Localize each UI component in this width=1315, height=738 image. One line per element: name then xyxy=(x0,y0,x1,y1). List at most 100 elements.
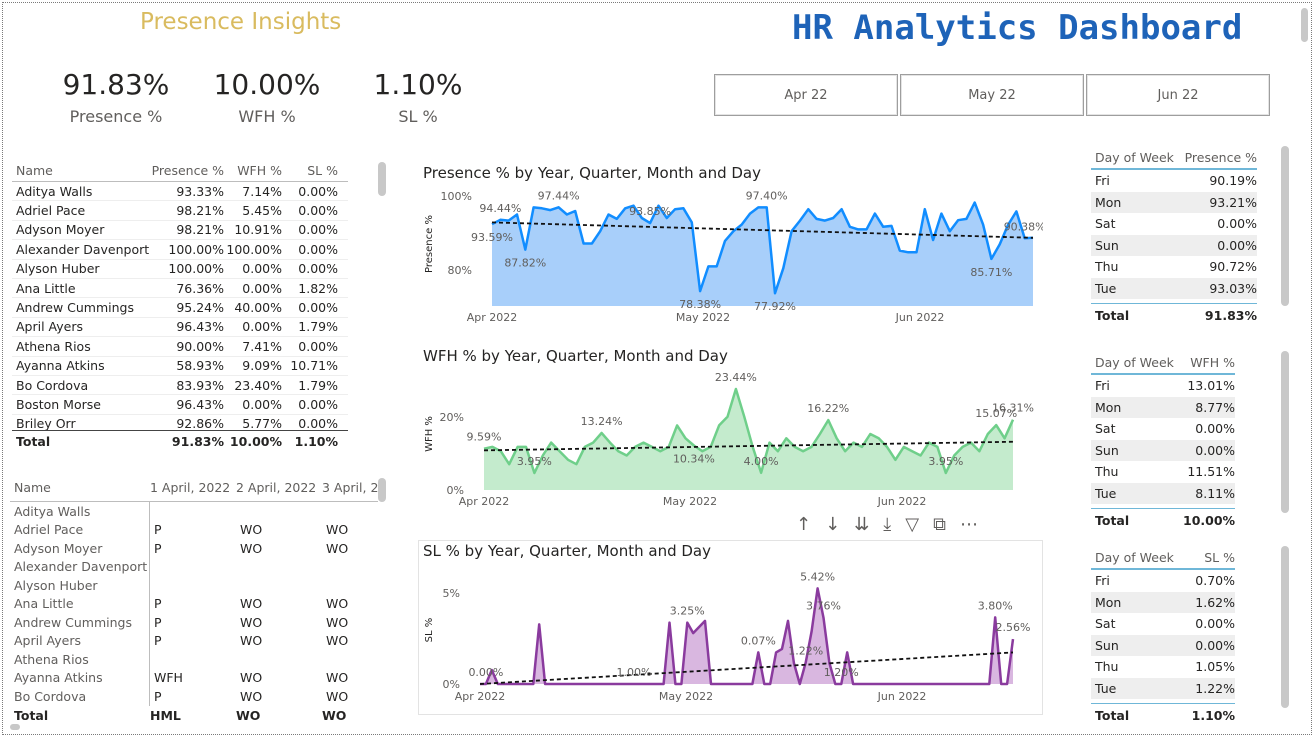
wfh-trend-chart[interactable]: WFH %0%20%Apr 2022 May 2022 Jun 20229.59%3… xyxy=(418,368,1043,510)
table-row[interactable]: Mon 93.21% xyxy=(1091,191,1257,213)
table-row[interactable]: Sat 0.00% xyxy=(1091,418,1235,440)
table-row[interactable]: Aditya Walls 93.33% 7.14% 0.00% xyxy=(12,182,348,202)
matrix-row[interactable]: April Ayers P WO WO xyxy=(10,631,378,650)
x-tick-label: May 2022 xyxy=(663,495,717,508)
data-label: 3.80% xyxy=(978,599,1013,612)
table-row[interactable]: Adriel Pace 98.21% 5.45% 0.00% xyxy=(12,201,348,221)
kpi-label: Presence % xyxy=(69,107,163,126)
column-header-wfh[interactable]: WFH % xyxy=(224,163,282,178)
matrix-row[interactable]: Alexander Davenport xyxy=(10,557,378,576)
y-tick-label: 80% xyxy=(448,264,472,277)
table-cell: 96.43% xyxy=(176,396,224,412)
table-cell: Fri xyxy=(1095,573,1110,589)
double-arrow-down-icon[interactable]: ⇊ xyxy=(854,514,869,535)
matrix-row[interactable]: Ana Little P WO WO xyxy=(10,594,378,613)
table-row[interactable]: Bo Cordova 83.93% 23.40% 1.79% xyxy=(12,376,348,396)
table-cell: Sat xyxy=(1095,216,1116,232)
matrix-row[interactable]: Alyson Huber xyxy=(10,576,378,595)
kpi-card-sl: 1.10% SL % xyxy=(348,68,488,126)
slicer-button-may[interactable]: May 22 xyxy=(900,74,1084,116)
dow-sl-scrollbar[interactable] xyxy=(1281,546,1289,708)
y-tick-label: 20% xyxy=(440,411,464,424)
column-header-name[interactable]: Name xyxy=(12,163,150,178)
table-body[interactable]: Aditya Walls 93.33% 7.14% 0.00% Adriel Pace 9… xyxy=(12,182,348,430)
table-row[interactable]: Sun 0.00% xyxy=(1091,439,1235,461)
chart-title-sl: SL % by Year, Quarter, Month and Day xyxy=(423,542,712,560)
focus-mode-icon[interactable]: ⧉ xyxy=(933,514,946,535)
total-cell: 1.10% xyxy=(1191,708,1235,723)
table-header: Day of Week SL % xyxy=(1091,546,1235,570)
table-cell: 96.43% xyxy=(176,319,224,335)
dow-presence-scrollbar[interactable] xyxy=(1281,146,1289,306)
table-row[interactable]: Tue 93.03% xyxy=(1091,277,1257,299)
data-label: 90.38% xyxy=(1004,220,1043,233)
table-cell: Sun xyxy=(1095,442,1119,458)
kpi-card-presence: 91.83% Presence % xyxy=(46,68,186,126)
table-row[interactable]: Adyson Moyer 98.21% 10.91% 0.00% xyxy=(12,221,348,241)
table-row[interactable]: Sat 0.00% xyxy=(1091,613,1235,635)
presence-trend-chart[interactable]: Presence % 80% 100% Apr 2022 May 2022 Jun 202… xyxy=(418,184,1043,329)
table-row[interactable]: Alyson Huber 100.00% 0.00% 0.00% xyxy=(12,260,348,279)
column-header[interactable]: Day of Week xyxy=(1091,550,1183,565)
matrix-cell: WO xyxy=(326,614,349,630)
attendance-table-hscrollbar[interactable] xyxy=(10,724,20,730)
table-row[interactable]: Andrew Cummings 95.24% 40.00% 0.00% xyxy=(12,298,348,318)
slicer-button-jun[interactable]: Jun 22 xyxy=(1086,74,1270,116)
matrix-row[interactable]: Adriel Pace P WO WO xyxy=(10,520,378,539)
table-row[interactable]: Boston Morse 96.43% 0.00% 0.00% xyxy=(12,395,348,415)
dow-wfh-scrollbar[interactable] xyxy=(1281,351,1289,513)
expand-hierarchy-icon[interactable]: ⤓ xyxy=(883,514,891,535)
column-header[interactable]: Presence % xyxy=(1183,150,1257,165)
table-row[interactable]: Mon 1.62% xyxy=(1091,591,1235,613)
table-row[interactable]: Mon 8.77% xyxy=(1091,396,1235,418)
table-row[interactable]: Fri 90.19% xyxy=(1091,170,1257,192)
column-header-sl[interactable]: SL % xyxy=(282,163,338,178)
table-row[interactable]: Alexander Davenport 100.00% 100.00% 0.00% xyxy=(12,240,348,260)
arrow-up-icon[interactable]: ↑ xyxy=(796,514,811,535)
table-row[interactable]: Sun 0.00% xyxy=(1091,634,1235,656)
attendance-table-scrollbar[interactable] xyxy=(378,478,386,502)
column-header-date[interactable]: 3 April, 2022 xyxy=(322,480,378,495)
table-row[interactable]: Ana Little 76.36% 0.00% 1.82% xyxy=(12,279,348,299)
chart-title-presence: Presence % by Year, Quarter, Month and D… xyxy=(423,164,761,182)
sl-trend-chart[interactable]: SL %0%5%Apr 2022 May 2022 Jun 20220.00% 1.0… xyxy=(418,562,1043,712)
data-label: 87.82% xyxy=(504,257,546,270)
matrix-row[interactable]: Ayanna Atkins WFH WO WO xyxy=(10,668,378,687)
column-header[interactable]: Day of Week xyxy=(1091,355,1183,370)
table-row[interactable]: Thu 90.72% xyxy=(1091,256,1257,278)
matrix-row[interactable]: Adyson Moyer P WO WO xyxy=(10,539,378,558)
column-header-name[interactable]: Name xyxy=(10,480,150,495)
table-row[interactable]: Athena Rios 90.00% 7.41% 0.00% xyxy=(12,337,348,357)
column-header[interactable]: Day of Week xyxy=(1091,150,1183,165)
matrix-row[interactable]: Bo Cordova P WO WO xyxy=(10,687,378,706)
column-header-date[interactable]: 1 April, 2022 xyxy=(150,480,236,495)
table-body[interactable]: Aditya Walls Adriel Pace P WO WO Adyson Moyer… xyxy=(10,502,378,706)
table-cell: 58.93% xyxy=(176,358,224,374)
column-header[interactable]: SL % xyxy=(1183,550,1235,565)
table-row[interactable]: Fri 13.01% xyxy=(1091,375,1235,397)
table-row[interactable]: Ayanna Atkins 58.93% 9.09% 10.71% xyxy=(12,357,348,376)
column-header-date[interactable]: 2 April, 2022 xyxy=(236,480,322,495)
slicer-button-apr[interactable]: Apr 22 xyxy=(714,74,898,116)
filter-icon[interactable]: ▽ xyxy=(905,514,919,535)
column-header-presence[interactable]: Presence % xyxy=(150,163,224,178)
matrix-row[interactable]: Athena Rios xyxy=(10,650,378,669)
column-header[interactable]: WFH % xyxy=(1183,355,1235,370)
table-row[interactable]: Briley Orr 92.86% 5.77% 0.00% xyxy=(12,415,348,430)
table-row[interactable]: Tue 1.22% xyxy=(1091,677,1235,699)
table-row[interactable]: Sun 0.00% xyxy=(1091,234,1257,256)
table-row[interactable]: Sat 0.00% xyxy=(1091,213,1257,235)
table-row[interactable]: Thu 1.05% xyxy=(1091,656,1235,678)
table-row[interactable]: April Ayers 96.43% 0.00% 1.79% xyxy=(12,318,348,338)
arrow-down-icon[interactable]: ↓ xyxy=(825,514,840,535)
page-scrollbar[interactable] xyxy=(1301,8,1308,42)
matrix-row[interactable]: Aditya Walls xyxy=(10,502,378,521)
table-row[interactable]: Thu 11.51% xyxy=(1091,461,1235,483)
matrix-row[interactable]: Andrew Cummings P WO WO xyxy=(10,613,378,632)
kpi-value: 1.10% xyxy=(373,68,463,101)
table-row[interactable]: Tue 8.11% xyxy=(1091,482,1235,504)
more-options-icon[interactable]: ⋯ xyxy=(960,514,978,535)
table-total-row: Total 10.00% xyxy=(1091,508,1235,532)
table-row[interactable]: Fri 0.70% xyxy=(1091,570,1235,592)
employee-table-scrollbar[interactable] xyxy=(378,162,386,196)
